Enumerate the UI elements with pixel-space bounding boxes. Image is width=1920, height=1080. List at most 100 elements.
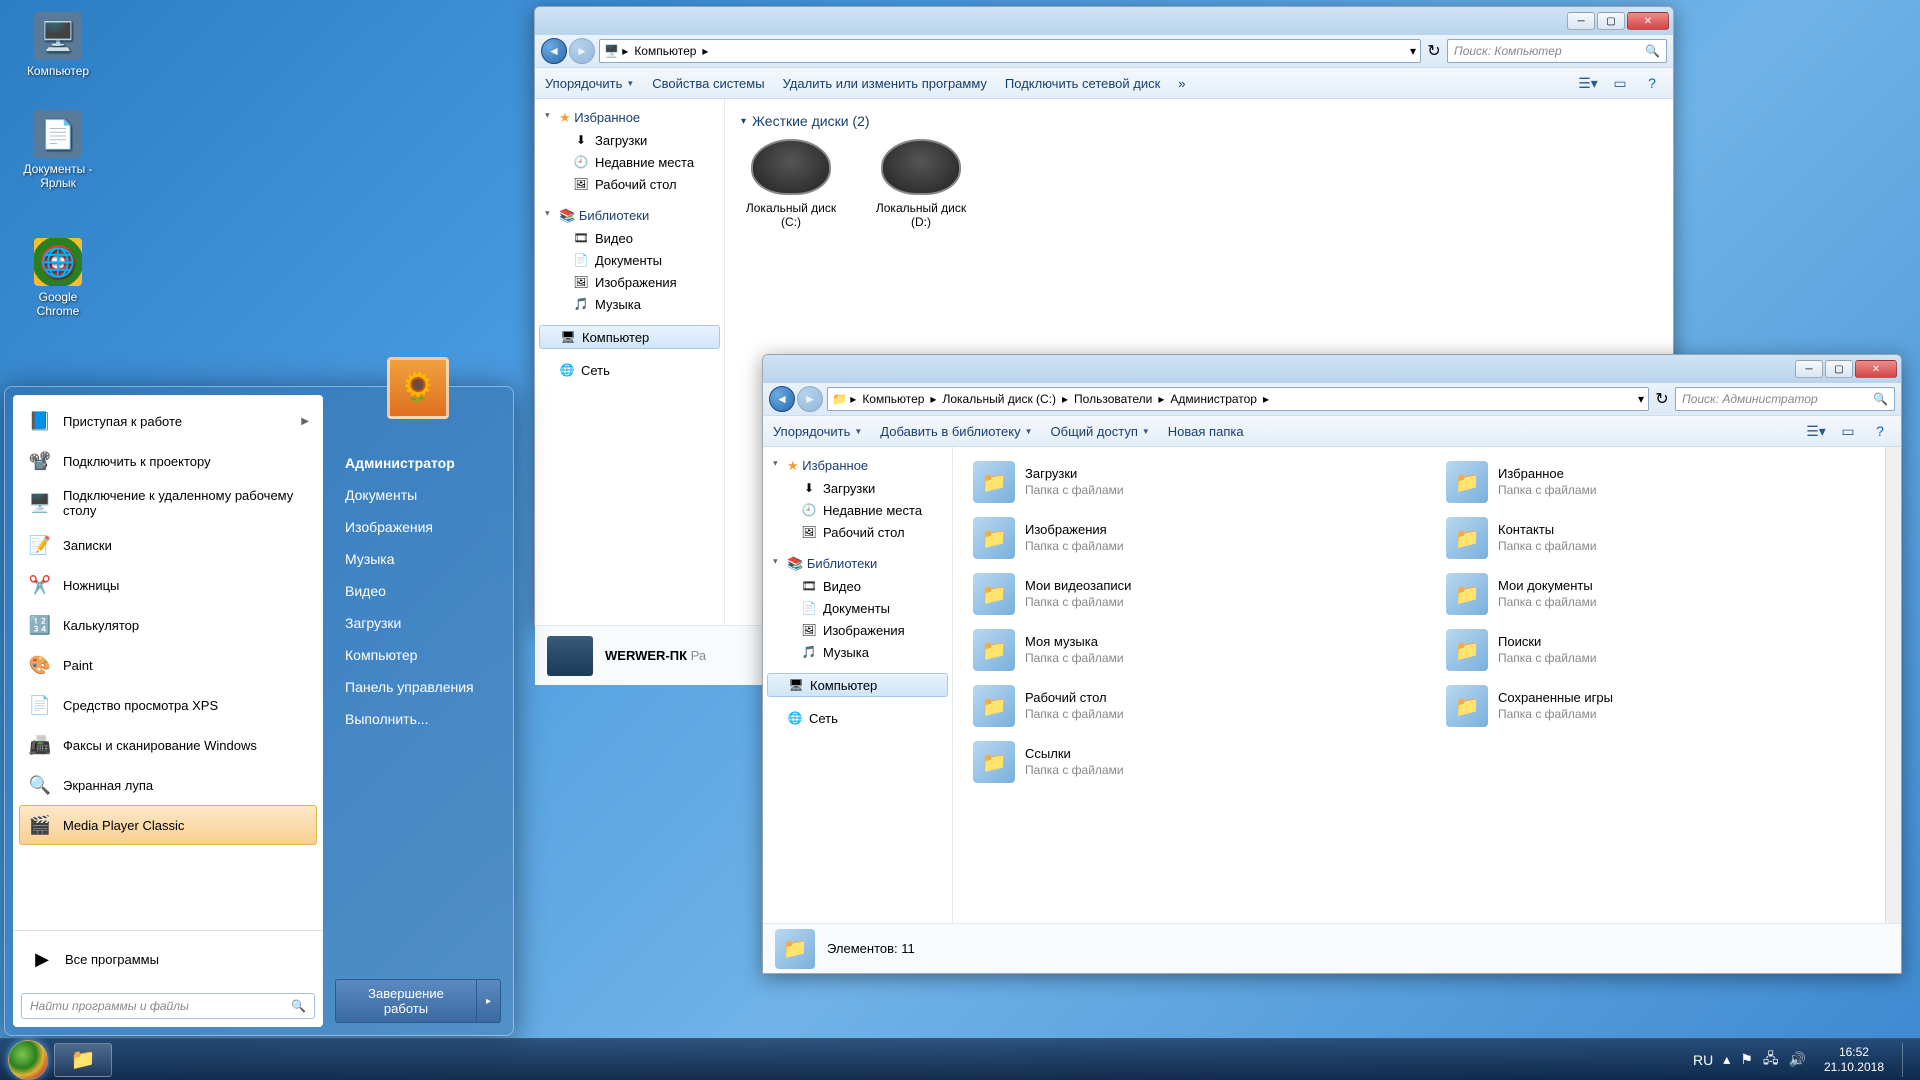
refresh-button[interactable]: ↻ xyxy=(1425,41,1443,61)
folder-item[interactable]: 📁Мои видеозаписиПапка с файлами xyxy=(969,569,1412,619)
sidebar-pictures[interactable]: 🖼Изображения xyxy=(535,271,724,293)
preview-pane-button[interactable]: ▭ xyxy=(1609,72,1631,94)
start-program-item[interactable]: 🔍Экранная лупа xyxy=(19,765,317,805)
breadcrumb[interactable]: Локальный диск (C:) xyxy=(936,390,1062,408)
sidebar-pictures[interactable]: 🖼Изображения xyxy=(763,619,952,641)
refresh-button[interactable]: ↻ xyxy=(1653,389,1671,409)
start-link[interactable]: Музыка xyxy=(335,543,501,575)
sidebar-desktop[interactable]: 🖼Рабочий стол xyxy=(763,521,952,543)
shutdown-button[interactable]: Завершение работы xyxy=(335,979,477,1023)
sidebar-computer[interactable]: 🖥Компьютер xyxy=(539,325,720,349)
folder-item[interactable]: 📁ЗагрузкиПапка с файлами xyxy=(969,457,1412,507)
start-program-item[interactable]: 🖥️Подключение к удаленному рабочему стол… xyxy=(19,481,317,525)
show-hidden-icons[interactable]: ▴ xyxy=(1723,1051,1730,1068)
sidebar-network[interactable]: 🌐Сеть xyxy=(535,359,724,381)
forward-button[interactable]: ► xyxy=(797,386,823,412)
minimize-button[interactable]: ─ xyxy=(1567,12,1595,30)
start-link[interactable]: Панель управления xyxy=(335,671,501,703)
organize-button[interactable]: Упорядочить▼ xyxy=(773,424,862,439)
start-link[interactable]: Выполнить... xyxy=(335,703,501,735)
preview-pane-button[interactable]: ▭ xyxy=(1837,420,1859,442)
folder-item[interactable]: 📁ИзображенияПапка с файлами xyxy=(969,513,1412,563)
map-drive-button[interactable]: Подключить сетевой диск xyxy=(1005,76,1160,91)
folder-item[interactable]: 📁Моя музыкаПапка с файлами xyxy=(969,625,1412,675)
maximize-button[interactable]: ▢ xyxy=(1597,12,1625,30)
close-button[interactable]: ✕ xyxy=(1855,360,1897,378)
start-program-item[interactable]: 🔢Калькулятор xyxy=(19,605,317,645)
drives-group-header[interactable]: Жесткие диски (2) xyxy=(741,113,1657,129)
start-program-item[interactable]: 🎨Paint xyxy=(19,645,317,685)
taskbar-explorer[interactable]: 📁 xyxy=(54,1043,112,1077)
system-properties-button[interactable]: Свойства системы xyxy=(652,76,764,91)
user-picture[interactable]: 🌻 xyxy=(387,357,449,419)
folder-item[interactable]: 📁Сохраненные игрыПапка с файлами xyxy=(1442,681,1885,731)
sidebar-favorites[interactable]: ★ Избранное xyxy=(763,455,952,477)
volume-icon[interactable]: 🔊 xyxy=(1789,1051,1806,1068)
folder-item[interactable]: 📁ИзбранноеПапка с файлами xyxy=(1442,457,1885,507)
folder-item[interactable]: 📁КонтактыПапка с файлами xyxy=(1442,513,1885,563)
start-search-input[interactable]: Найти программы и файлы🔍 xyxy=(21,993,315,1019)
help-button[interactable]: ? xyxy=(1641,72,1663,94)
folder-item[interactable]: 📁Мои документыПапка с файлами xyxy=(1442,569,1885,619)
add-library-button[interactable]: Добавить в библиотеку▼ xyxy=(880,424,1032,439)
sidebar-libraries[interactable]: 📚 Библиотеки xyxy=(535,205,724,227)
titlebar[interactable]: ─ ▢ ✕ xyxy=(763,355,1901,383)
toolbar-overflow[interactable]: » xyxy=(1178,76,1185,91)
sidebar-music[interactable]: 🎵Музыка xyxy=(535,293,724,315)
sidebar-favorites[interactable]: ★ Избранное xyxy=(535,107,724,129)
language-indicator[interactable]: RU xyxy=(1693,1052,1713,1068)
folder-item[interactable]: 📁Рабочий столПапка с файлами xyxy=(969,681,1412,731)
start-button[interactable] xyxy=(8,1040,48,1080)
folder-item[interactable]: 📁СсылкиПапка с файлами xyxy=(969,737,1412,787)
desktop-icon-computer[interactable]: 🖥️Компьютер xyxy=(18,12,98,78)
sidebar-documents[interactable]: 📄Документы xyxy=(763,597,952,619)
back-button[interactable]: ◄ xyxy=(769,386,795,412)
sidebar-documents[interactable]: 📄Документы xyxy=(535,249,724,271)
new-folder-button[interactable]: Новая папка xyxy=(1168,424,1244,439)
start-program-item[interactable]: 🎬Media Player Classic xyxy=(19,805,317,845)
flag-icon[interactable]: ⚑ xyxy=(1740,1051,1753,1068)
help-button[interactable]: ? xyxy=(1869,420,1891,442)
start-link[interactable]: Видео xyxy=(335,575,501,607)
start-program-item[interactable]: ✂️Ножницы xyxy=(19,565,317,605)
show-desktop-button[interactable] xyxy=(1902,1043,1912,1077)
shutdown-options-button[interactable]: ▸ xyxy=(477,979,501,1023)
start-link[interactable]: Изображения xyxy=(335,511,501,543)
sidebar-computer[interactable]: 🖥Компьютер xyxy=(767,673,948,697)
breadcrumb[interactable]: Компьютер xyxy=(856,390,930,408)
clock[interactable]: 16:5221.10.2018 xyxy=(1816,1045,1892,1074)
search-input[interactable]: Поиск: Компьютер🔍 xyxy=(1447,39,1667,63)
folder-item[interactable]: 📁ПоискиПапка с файлами xyxy=(1442,625,1885,675)
breadcrumb[interactable]: Пользователи xyxy=(1068,390,1158,408)
start-link[interactable]: Документы xyxy=(335,479,501,511)
minimize-button[interactable]: ─ xyxy=(1795,360,1823,378)
view-button[interactable]: ☰▾ xyxy=(1805,420,1827,442)
close-button[interactable]: ✕ xyxy=(1627,12,1669,30)
sidebar-video[interactable]: 🎞Видео xyxy=(535,227,724,249)
forward-button[interactable]: ► xyxy=(569,38,595,64)
sidebar-downloads[interactable]: ⬇Загрузки xyxy=(763,477,952,499)
start-program-item[interactable]: 📘Приступая к работе▶ xyxy=(19,401,317,441)
sidebar-downloads[interactable]: ⬇Загрузки xyxy=(535,129,724,151)
search-input[interactable]: Поиск: Администратор🔍 xyxy=(1675,387,1895,411)
drive-c[interactable]: Локальный диск (C:) xyxy=(741,139,841,229)
address-bar[interactable]: 📁 ▸ Компьютер▸ Локальный диск (C:)▸ Поль… xyxy=(827,387,1649,411)
sidebar-desktop[interactable]: 🖼Рабочий стол xyxy=(535,173,724,195)
address-bar[interactable]: 🖥️ ▸ Компьютер▸ ▾ xyxy=(599,39,1421,63)
back-button[interactable]: ◄ xyxy=(541,38,567,64)
sidebar-music[interactable]: 🎵Музыка xyxy=(763,641,952,663)
maximize-button[interactable]: ▢ xyxy=(1825,360,1853,378)
desktop-icon-chrome[interactable]: 🌐Google Chrome xyxy=(18,238,98,318)
start-link[interactable]: Компьютер xyxy=(335,639,501,671)
sidebar-libraries[interactable]: 📚 Библиотеки xyxy=(763,553,952,575)
all-programs[interactable]: ▶Все программы xyxy=(21,939,315,979)
network-tray-icon[interactable]: 🖧 xyxy=(1763,1048,1779,1072)
drive-d[interactable]: Локальный диск (D:) xyxy=(871,139,971,229)
titlebar[interactable]: ─ ▢ ✕ xyxy=(535,7,1673,35)
sidebar-recent[interactable]: 🕘Недавние места xyxy=(535,151,724,173)
uninstall-button[interactable]: Удалить или изменить программу xyxy=(783,76,987,91)
sidebar-recent[interactable]: 🕘Недавние места xyxy=(763,499,952,521)
start-program-item[interactable]: 📝Записки xyxy=(19,525,317,565)
breadcrumb[interactable]: Администратор xyxy=(1164,390,1263,408)
desktop-icon-documents[interactable]: 📄Документы - Ярлык xyxy=(18,110,98,190)
